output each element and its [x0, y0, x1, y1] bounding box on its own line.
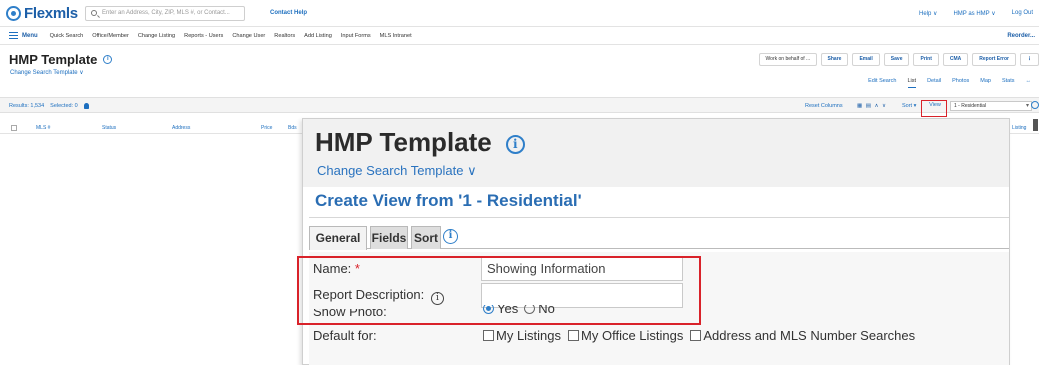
print-button[interactable]: Print — [913, 53, 939, 66]
more-options-icon[interactable]: ⋮ — [1020, 53, 1039, 66]
create-view-panel: HMP Template i Change Search Template ∨ … — [302, 118, 1010, 365]
share-button[interactable]: Share — [820, 53, 849, 66]
user-menu[interactable]: HMP as HMP ∨ — [953, 10, 995, 17]
change-search-template-link[interactable]: Change Search Template ∨ — [317, 163, 477, 179]
menu-item-mls-intranet[interactable]: MLS Intranet — [380, 33, 412, 39]
top-bar: Flexmls Enter an Address, City, ZIP, MLS… — [0, 0, 1039, 27]
panel-title: HMP Template i — [315, 127, 525, 158]
menu-item-reports-users[interactable]: Reports - Users — [184, 33, 223, 39]
tab-stats[interactable]: Stats — [1002, 78, 1015, 88]
menu-item-input-forms[interactable]: Input Forms — [341, 33, 371, 39]
column-header[interactable]: Address — [172, 125, 190, 131]
email-button[interactable]: Email — [852, 53, 880, 66]
view-select[interactable]: 1 - Residential — [950, 101, 1032, 111]
results-bar: Results: 1,534 Selected: 0 Reset Columns… — [0, 97, 1039, 113]
reorder-link[interactable]: Reorder... — [1007, 33, 1035, 39]
tab-general[interactable]: General — [309, 226, 367, 250]
info-icon[interactable]: i — [103, 55, 113, 64]
view-tabs: Edit Search List Detail Photos Map Stats… — [868, 78, 1031, 88]
menu-label: Menu — [22, 32, 38, 39]
flexmls-logo[interactable]: Flexmls — [6, 5, 78, 22]
action-toolbar: Work on behalf of ... Share Email Save P… — [758, 53, 1039, 66]
column-header[interactable]: Listing — [1012, 125, 1026, 131]
selected-count[interactable]: Selected: 0 — [50, 103, 78, 109]
dialog-tabs: General Fields Sort i — [309, 224, 1009, 250]
tab-list[interactable]: List — [907, 78, 917, 88]
tab-fields[interactable]: Fields — [370, 226, 408, 249]
scrollbar[interactable] — [1033, 119, 1038, 131]
menu-item-change-listing[interactable]: Change Listing — [138, 33, 175, 39]
user-icon[interactable] — [83, 103, 89, 109]
sort-dropdown[interactable]: Sort ▾ — [902, 103, 916, 109]
my-office-listings-label: My Office Listings — [581, 328, 684, 343]
address-mls-searches-label: Address and MLS Number Searches — [703, 328, 916, 343]
work-on-behalf-select[interactable]: Work on behalf of ... — [758, 53, 817, 66]
menu-item-add-listing[interactable]: Add Listing — [304, 33, 332, 39]
search-icon — [91, 10, 97, 16]
tab-sort[interactable]: Sort — [411, 226, 441, 249]
search-placeholder: Enter an Address, City, ZIP, MLS #, or C… — [102, 10, 230, 16]
panel-title-text: HMP Template — [315, 127, 492, 157]
save-button[interactable]: Save — [883, 53, 910, 66]
view-highlight-box — [921, 100, 947, 117]
info-icon[interactable] — [1031, 101, 1039, 109]
tab-edit-search[interactable]: Edit Search — [868, 78, 896, 88]
panel-header: HMP Template i Change Search Template ∨ — [303, 119, 1009, 187]
my-listings-label: My Listings — [496, 328, 562, 343]
default-for-options: My Listings My Office Listings Address a… — [483, 328, 915, 343]
page-title-text: HMP Template — [9, 52, 98, 67]
menu-item-change-user[interactable]: Change User — [232, 33, 265, 39]
help-menu[interactable]: Help ∨ — [919, 10, 937, 17]
logo-text: Flexmls — [24, 5, 78, 22]
logo-mark-icon — [6, 6, 21, 21]
report-error-button[interactable]: Report Error — [972, 53, 1016, 66]
contact-help-link[interactable]: Contact Help — [270, 10, 307, 16]
my-office-listings-checkbox[interactable] — [568, 330, 580, 341]
name-description-highlight-box — [297, 256, 701, 325]
column-header[interactable]: Price — [261, 125, 272, 131]
cma-button[interactable]: CMA — [942, 53, 969, 66]
menu-item-office-member[interactable]: Office/Member — [92, 33, 129, 39]
expand-icon[interactable]: ↔ — [1026, 78, 1032, 88]
results-count: Results: 1,534 — [9, 103, 45, 109]
reset-columns-link[interactable]: Reset Columns — [805, 103, 843, 109]
info-icon[interactable]: i — [505, 135, 525, 154]
create-view-heading: Create View from '1 - Residential' — [315, 191, 582, 210]
menu-bar: Menu Quick Search Office/Member Change L… — [0, 27, 1039, 45]
address-mls-searches-checkbox[interactable] — [690, 330, 702, 341]
menu-button[interactable]: Menu — [9, 32, 38, 39]
logout-link[interactable]: Log Out — [1012, 10, 1033, 17]
global-search-input[interactable]: Enter an Address, City, ZIP, MLS #, or C… — [85, 6, 245, 21]
menu-item-realtors[interactable]: Realtors — [274, 33, 295, 39]
change-template-link[interactable]: Change Search Template ∨ — [10, 69, 84, 76]
page-title: HMP Template i — [9, 52, 113, 67]
my-listings-checkbox[interactable] — [483, 330, 494, 341]
results-summary: Results: 1,534 Selected: 0 — [9, 103, 89, 109]
divider — [309, 217, 1009, 218]
column-header[interactable]: Bds — [288, 125, 297, 131]
column-header[interactable]: Status — [102, 125, 116, 131]
default-for-label: Default for: — [313, 328, 377, 343]
info-icon[interactable]: i — [443, 229, 458, 244]
account-links: Help ∨ HMP as HMP ∨ Log Out — [919, 10, 1033, 17]
column-header[interactable]: MLS # — [36, 125, 50, 131]
tab-detail[interactable]: Detail — [927, 78, 941, 88]
hamburger-icon — [9, 32, 18, 39]
tab-map[interactable]: Map — [980, 78, 991, 88]
tab-photos[interactable]: Photos — [952, 78, 969, 88]
layout-icons[interactable]: ▦ ▤ ∧ ∨ — [857, 103, 887, 109]
menu-item-quick-search[interactable]: Quick Search — [50, 33, 84, 39]
